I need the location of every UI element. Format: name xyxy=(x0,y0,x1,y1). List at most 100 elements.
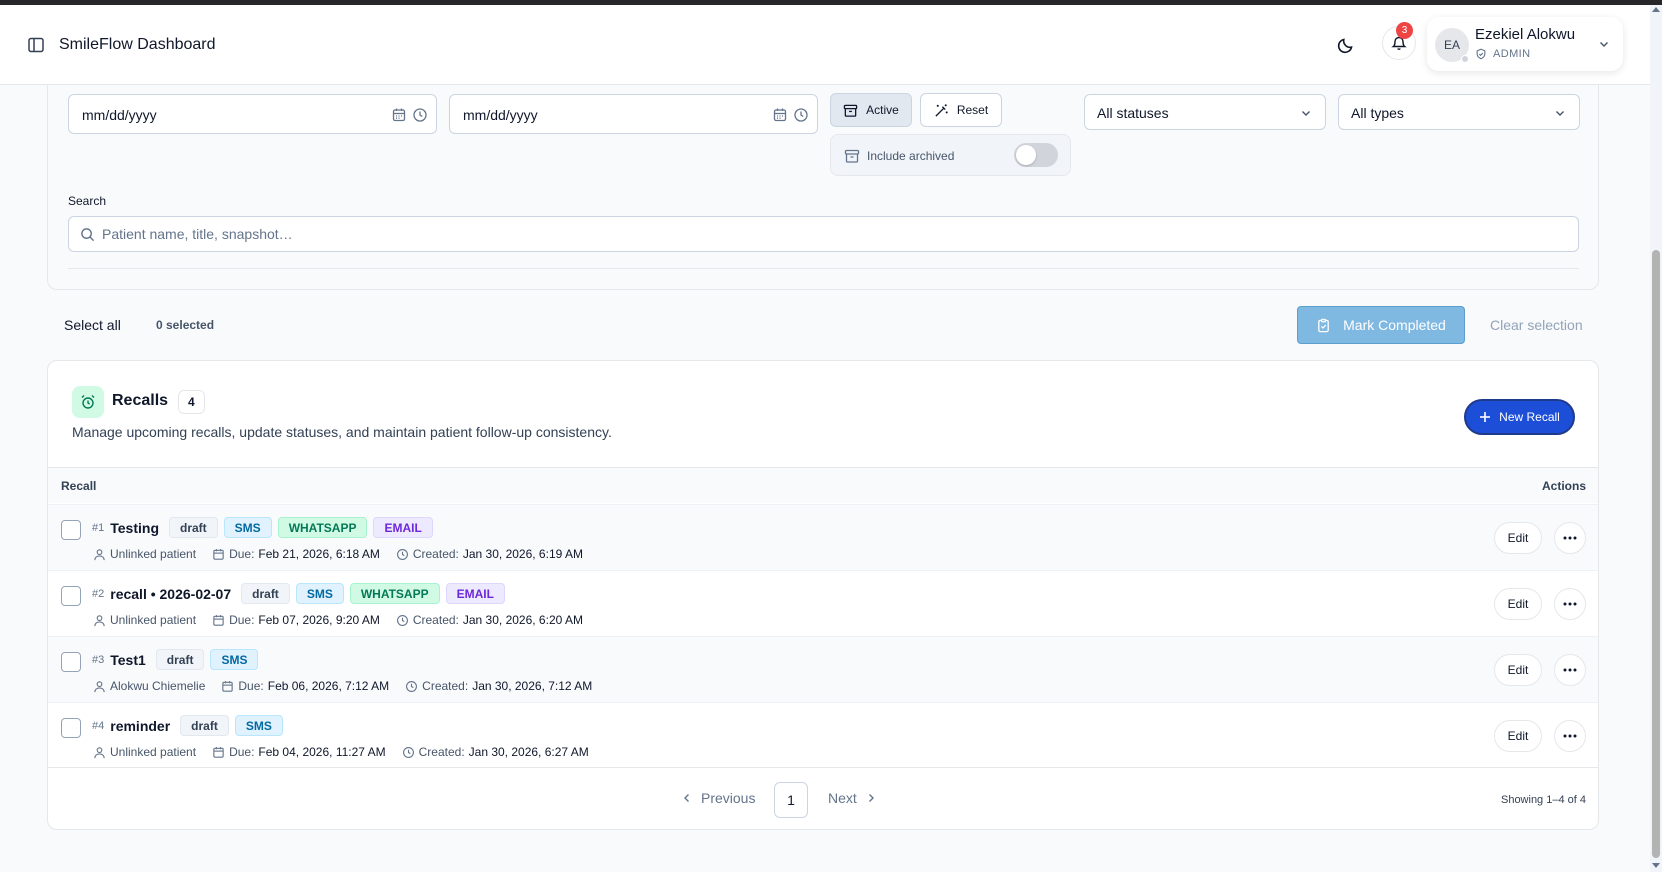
due-date: Feb 04, 2026, 11:27 AM xyxy=(258,745,386,759)
status-badge: draft xyxy=(241,583,290,604)
chevron-down-icon xyxy=(1553,106,1567,120)
row-checkbox[interactable] xyxy=(61,586,81,606)
reset-filters-button[interactable]: Reset xyxy=(920,93,1002,127)
created-date: Jan 30, 2026, 6:20 AM xyxy=(462,613,583,627)
selected-count: 0 selected xyxy=(156,318,215,332)
chevron-down-icon xyxy=(1597,37,1611,51)
table-row[interactable]: #2 recall • 2026-02-07 draft SMS WHATSAPP EMA… xyxy=(48,570,1598,637)
alarm-clock-icon xyxy=(72,386,104,418)
recall-heading: #2 recall • 2026-02-07 draft SMS WHATSAPP EMA… xyxy=(92,583,505,604)
archive-box-icon xyxy=(843,103,858,118)
status-dot xyxy=(1461,55,1469,63)
search-field[interactable] xyxy=(68,216,1579,252)
status-badge: draft xyxy=(169,517,218,538)
recall-number: #2 xyxy=(92,587,105,600)
patient-name: Alokwu Chiemelie xyxy=(110,679,206,693)
recall-meta: Unlinked patient Due: Feb 21, 2026, 6:18 A… xyxy=(93,547,599,561)
chevron-left-icon xyxy=(681,792,693,804)
table-row[interactable]: #3 Test1 draft SMS Alokwu Chiemelie Due: Feb 0… xyxy=(48,636,1598,703)
search-icon xyxy=(80,227,95,242)
include-archived-toggle[interactable] xyxy=(1014,143,1058,167)
more-actions-button[interactable] xyxy=(1554,720,1586,752)
scroll-up-arrow[interactable] xyxy=(1652,7,1660,12)
previous-page-button[interactable]: Previous xyxy=(681,790,755,806)
moon-icon[interactable] xyxy=(1336,35,1360,59)
table-row[interactable]: #1 Testing draft SMS WHATSAPP EMAIL Unlinked p… xyxy=(48,504,1598,571)
clock-icon[interactable] xyxy=(412,107,428,123)
include-archived-row: Include archived xyxy=(830,134,1071,176)
created-label: Created: xyxy=(412,613,459,627)
recalls-title: Recalls xyxy=(112,392,169,409)
date-to-input[interactable]: mm/dd/yyyy xyxy=(449,94,818,134)
created-date: Jan 30, 2026, 7:12 AM xyxy=(472,679,593,693)
new-recall-label: New Recall xyxy=(1499,410,1560,424)
pagination: Previous 1 Next Showing 1–4 of 4 xyxy=(48,767,1598,830)
plus-icon xyxy=(1479,411,1491,423)
recall-title: recall • 2026-02-07 xyxy=(110,585,232,602)
column-header-actions: Actions xyxy=(1541,479,1586,493)
next-page-label: Next xyxy=(828,790,857,806)
type-select[interactable]: All types xyxy=(1338,94,1580,130)
date-to-value: mm/dd/yyyy xyxy=(463,107,538,123)
clock-icon[interactable] xyxy=(793,107,809,123)
status-select-value: All statuses xyxy=(1097,105,1169,121)
patient-name: Unlinked patient xyxy=(110,745,197,759)
magic-wand-icon xyxy=(934,103,949,118)
due-label: Due: xyxy=(229,613,255,627)
user-name: Ezekiel Alokwu xyxy=(1475,26,1576,43)
row-checkbox[interactable] xyxy=(61,718,81,738)
recall-number: #3 xyxy=(92,653,105,666)
calendar-icon xyxy=(212,746,225,759)
calendar-icon xyxy=(221,680,234,693)
recalls-description: Manage upcoming recalls, update statuses… xyxy=(72,424,612,440)
created-label: Created: xyxy=(412,547,459,561)
active-filter-button[interactable]: Active xyxy=(830,93,912,127)
recall-title: Testing xyxy=(110,519,159,536)
calendar-icon xyxy=(212,548,225,561)
table-row[interactable]: #4 reminder draft SMS Unlinked patient Due: Fe… xyxy=(48,702,1598,769)
mark-completed-button[interactable]: Mark Completed xyxy=(1297,306,1465,344)
previous-page-label: Previous xyxy=(701,790,756,806)
active-filter-label: Active xyxy=(866,103,899,117)
pagination-info: Showing 1–4 of 4 xyxy=(1500,794,1586,806)
edit-button[interactable]: Edit xyxy=(1494,654,1542,686)
calendar-icon[interactable] xyxy=(772,107,788,123)
new-recall-button[interactable]: New Recall xyxy=(1464,399,1575,435)
scrollbar[interactable] xyxy=(1650,5,1662,872)
user-icon xyxy=(93,746,106,759)
channel-badge: EMAIL xyxy=(445,583,505,604)
calendar-icon[interactable] xyxy=(391,107,407,123)
channel-badge: SMS xyxy=(295,583,344,604)
column-header-recall: Recall xyxy=(61,479,97,493)
edit-button[interactable]: Edit xyxy=(1494,588,1542,620)
scroll-down-arrow[interactable] xyxy=(1652,863,1660,868)
select-all-button[interactable]: Select all xyxy=(64,317,121,333)
row-checkbox[interactable] xyxy=(61,520,81,540)
user-menu[interactable]: EA Ezekiel Alokwu ADMIN xyxy=(1427,17,1623,71)
recalls-count-badge: 4 xyxy=(178,390,205,414)
channel-badge: EMAIL xyxy=(373,517,433,538)
date-from-input[interactable]: mm/dd/yyyy xyxy=(68,94,437,134)
channel-badge: WHATSAPP xyxy=(349,583,440,604)
row-checkbox[interactable] xyxy=(61,652,81,672)
page-number-button[interactable]: 1 xyxy=(774,782,808,818)
reset-filters-label: Reset xyxy=(956,103,989,117)
clock-icon xyxy=(405,680,418,693)
clear-selection-button[interactable]: Clear selection xyxy=(1490,317,1583,333)
next-page-button[interactable]: Next xyxy=(828,790,877,806)
divider xyxy=(68,268,1579,269)
clock-icon xyxy=(402,746,415,759)
created-label: Created: xyxy=(418,745,465,759)
scroll-thumb[interactable] xyxy=(1652,250,1660,858)
more-actions-button[interactable] xyxy=(1554,522,1586,554)
status-select[interactable]: All statuses xyxy=(1084,94,1326,130)
more-actions-button[interactable] xyxy=(1554,588,1586,620)
sidebar-toggle-icon[interactable] xyxy=(27,36,47,56)
edit-button[interactable]: Edit xyxy=(1494,720,1542,752)
search-input[interactable] xyxy=(102,217,1562,251)
channel-badge: SMS xyxy=(210,649,259,670)
created-label: Created: xyxy=(422,679,469,693)
more-actions-button[interactable] xyxy=(1554,654,1586,686)
recalls-card: Recalls 4 Manage upcoming recalls, updat… xyxy=(47,360,1599,830)
edit-button[interactable]: Edit xyxy=(1494,522,1542,554)
